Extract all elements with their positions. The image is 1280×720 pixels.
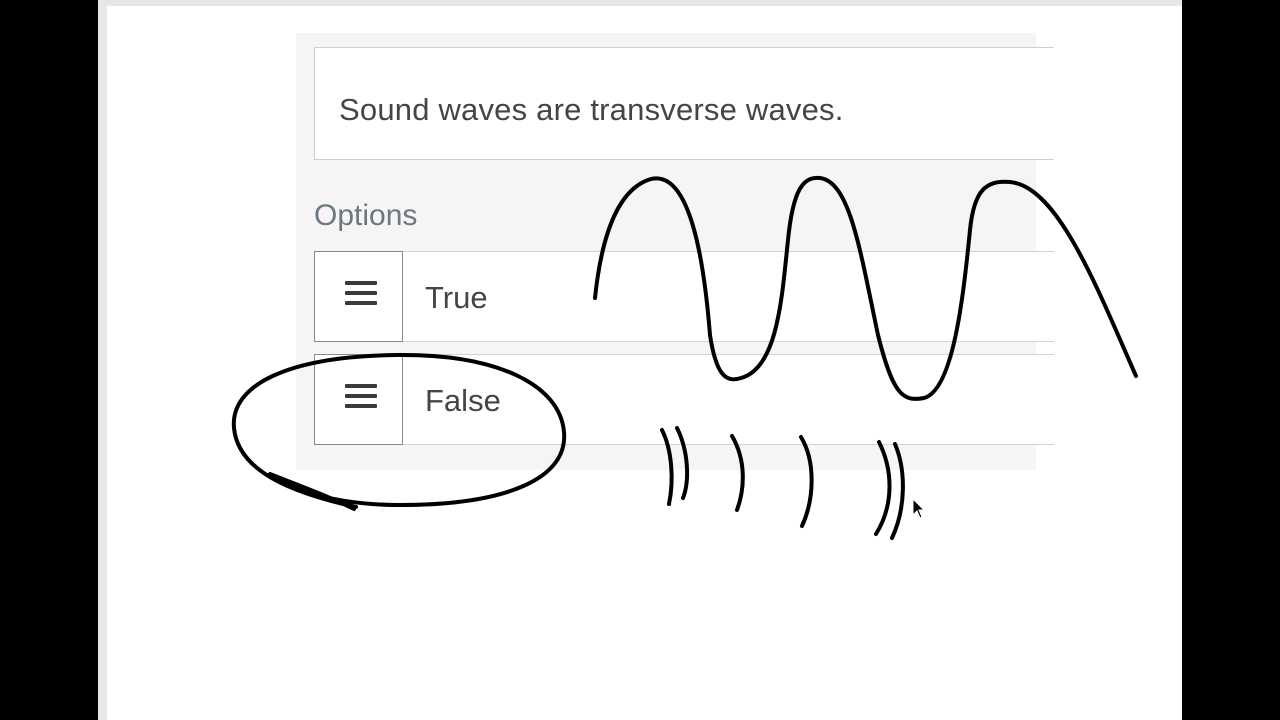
question-panel: Sound waves are transverse waves. Option… (296, 33, 1054, 470)
option-false[interactable]: False (314, 354, 1054, 445)
drag-handle-false[interactable] (314, 354, 403, 445)
drag-handle-true[interactable] (314, 251, 403, 342)
statement-box: Sound waves are transverse waves. (314, 47, 1054, 160)
window-top-border (98, 0, 1182, 6)
option-true[interactable]: True (314, 251, 1054, 342)
options-heading: Options (314, 199, 418, 232)
hamburger-icon (345, 281, 377, 305)
question-statement: Sound waves are transverse waves. (339, 92, 844, 127)
hamburger-icon (345, 384, 377, 408)
window-left-border (98, 0, 107, 720)
option-label-true: True (425, 280, 488, 315)
mouse-pointer-icon (912, 498, 926, 519)
option-label-false: False (425, 383, 501, 418)
screen: Sound waves are transverse waves. Option… (98, 0, 1182, 720)
